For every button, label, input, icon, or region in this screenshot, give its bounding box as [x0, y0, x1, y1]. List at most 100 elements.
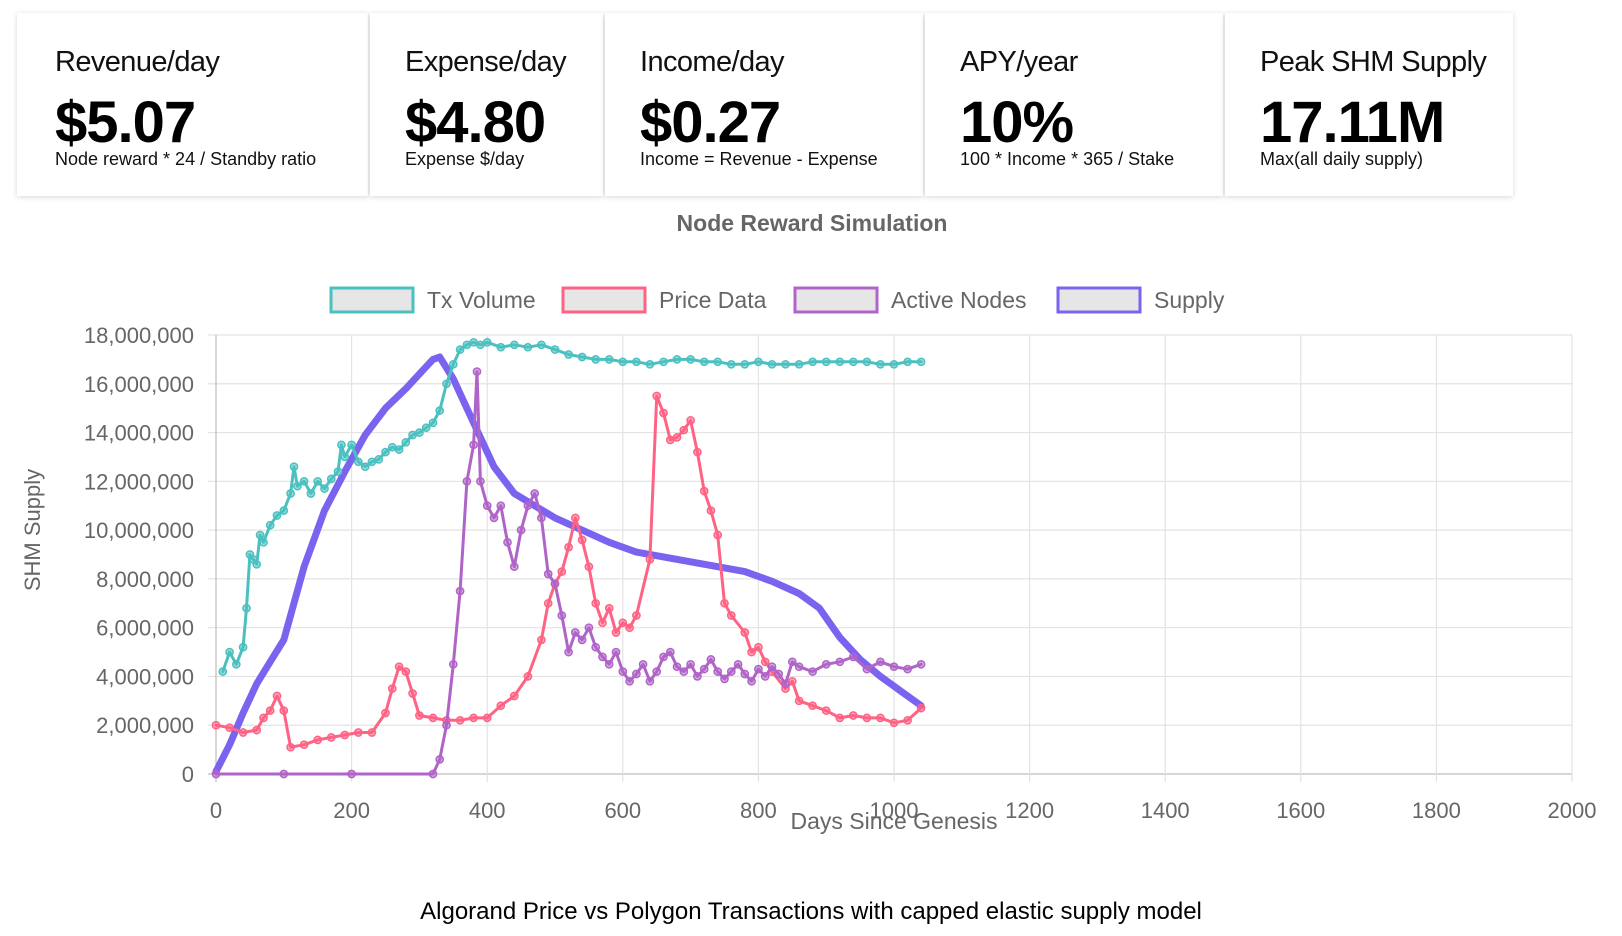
data-point: [808, 357, 817, 367]
data-point: [265, 706, 275, 715]
data-point: [482, 501, 492, 511]
y-tick-label: 6,000,000: [96, 616, 194, 641]
data-point: [584, 562, 594, 572]
data-point: [781, 359, 790, 369]
data-point: [794, 359, 804, 369]
data-point: [659, 408, 668, 418]
data-point: [523, 672, 533, 681]
data-point: [699, 664, 709, 674]
data-point: [862, 664, 872, 674]
data-point: [652, 391, 662, 401]
data-point: [754, 642, 763, 652]
data-point: [570, 513, 580, 523]
data-point: [903, 715, 912, 725]
data-point: [916, 659, 926, 669]
data-point: [211, 720, 221, 730]
data-point: [238, 728, 248, 737]
data-point: [659, 652, 668, 662]
data-point: [754, 357, 763, 367]
x-tick-label: 2000: [1548, 798, 1597, 823]
legend-label[interactable]: Active Nodes: [891, 287, 1027, 313]
data-point: [632, 669, 641, 679]
data-point: [835, 657, 845, 667]
stat-title: APY/year: [960, 46, 1078, 78]
data-point: [354, 457, 363, 467]
data-point: [835, 713, 845, 723]
data-point: [415, 711, 424, 720]
data-point: [442, 379, 451, 389]
data-point: [787, 657, 797, 667]
data-point: [740, 359, 750, 369]
data-point: [472, 367, 482, 376]
data-point: [503, 537, 512, 547]
data-point: [421, 423, 431, 433]
stat-subtitle: Income = Revenue - Expense: [640, 149, 878, 169]
data-point: [293, 481, 302, 491]
series-active-nodes: [211, 367, 926, 779]
legend-swatch[interactable]: [329, 286, 415, 314]
data-point: [347, 769, 356, 779]
legend-label[interactable]: Tx Volume: [427, 287, 536, 313]
data-point: [774, 669, 784, 679]
data-point: [821, 659, 831, 669]
data-point: [530, 489, 540, 498]
data-point: [537, 340, 546, 350]
data-point: [225, 723, 234, 733]
data-point: [604, 659, 614, 669]
data-point: [442, 720, 451, 730]
legend-swatch[interactable]: [793, 286, 879, 314]
data-point: [598, 652, 607, 662]
legend-label[interactable]: Supply: [1154, 287, 1225, 313]
data-point: [482, 337, 492, 347]
y-tick-label: 18,000,000: [84, 323, 194, 348]
data-point: [306, 489, 316, 498]
data-point: [889, 718, 899, 728]
data-point: [706, 506, 716, 515]
data-point: [611, 628, 621, 637]
data-point: [252, 725, 262, 735]
data-point: [550, 579, 560, 589]
data-point: [767, 662, 777, 672]
data-point: [726, 667, 736, 676]
data-point: [808, 667, 817, 676]
data-point: [313, 735, 323, 745]
data-point: [469, 440, 478, 450]
data-point: [455, 586, 465, 596]
data-point: [747, 647, 756, 657]
data-point: [238, 642, 248, 652]
data-point: [313, 476, 323, 486]
series-line: [214, 394, 923, 749]
stat-subtitle: Max(all daily supply): [1260, 149, 1424, 169]
stat-title: Income/day: [640, 46, 785, 78]
data-point: [713, 667, 723, 676]
x-tick-label: 1200: [1005, 798, 1054, 823]
data-point: [326, 474, 336, 484]
legend-swatch[interactable]: [1056, 286, 1142, 314]
data-point: [435, 406, 445, 415]
stat-value: $4.80: [405, 90, 546, 155]
data-point: [713, 357, 723, 367]
data-point: [564, 350, 573, 359]
data-point: [340, 452, 350, 462]
legend-label[interactable]: Price Data: [659, 287, 767, 313]
data-point: [625, 623, 634, 633]
data-point: [259, 537, 268, 547]
x-tick-label: 400: [469, 798, 506, 823]
stat-card-income: Income/day $0.27 Income = Revenue - Expe…: [605, 13, 923, 196]
data-point: [760, 657, 770, 667]
data-point: [686, 659, 695, 669]
data-point: [299, 740, 309, 750]
data-point: [740, 628, 750, 637]
stat-card-expense: Expense/day $4.80 Expense $/day: [370, 13, 603, 196]
stat-card-apy: APY/year 10% 100 * Income * 365 / Stake: [925, 13, 1223, 196]
data-point: [821, 357, 831, 367]
y-tick-label: 14,000,000: [84, 421, 194, 446]
data-point: [625, 676, 634, 686]
data-point: [557, 567, 567, 576]
data-point: [333, 467, 343, 476]
stat-value: 17.11M: [1260, 90, 1445, 155]
legend-swatch[interactable]: [561, 286, 647, 314]
data-point: [448, 659, 458, 669]
x-tick-label: 0: [210, 798, 222, 823]
x-tick-label: 1800: [1412, 798, 1461, 823]
